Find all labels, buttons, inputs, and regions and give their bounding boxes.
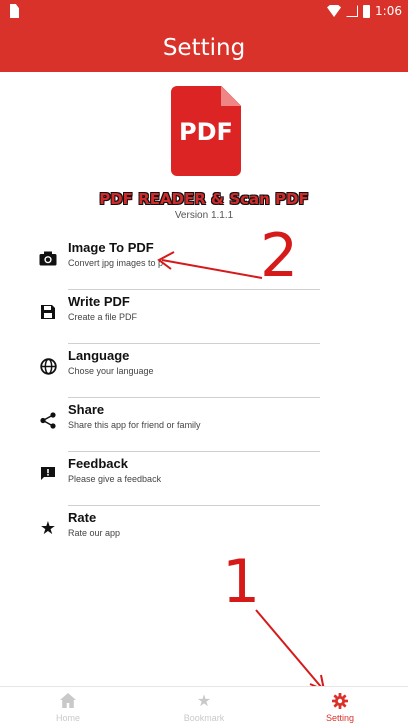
menu-item-label: Feedback [68, 456, 128, 471]
menu-item-write-pdf[interactable]: Write PDF Create a file PDF [36, 290, 320, 344]
nav-item-label: Home [55, 712, 80, 723]
menu-item-share[interactable]: Share Share this app for friend or famil… [36, 398, 320, 452]
logo-text: PDF [179, 118, 233, 146]
battery-icon [363, 4, 371, 18]
status-time: 1:06 [375, 4, 402, 18]
star-icon: ★ [39, 517, 57, 538]
sim-card-icon [10, 4, 19, 18]
status-bar: 1:06 [0, 0, 408, 24]
logo-fold [221, 86, 241, 106]
nav-item-setting[interactable]: Setting [272, 687, 408, 728]
save-icon [38, 302, 58, 322]
status-right: 1:06 [327, 4, 402, 18]
menu-item-language[interactable]: Language Chose your language [36, 344, 320, 398]
page-title: Setting [162, 35, 246, 61]
signal-icon [346, 5, 359, 17]
feedback-icon [38, 464, 58, 484]
pdf-logo: PDF [171, 86, 241, 176]
menu-item-label: Write PDF [68, 294, 130, 309]
app-name: PDF READER & Scan PDF [99, 190, 309, 208]
menu-item-subtitle: Share this app for friend or family [68, 420, 201, 430]
annotation-number-two: 2 [260, 221, 299, 291]
home-icon [60, 692, 76, 711]
bottom-navigation: Home ★ Bookmark Setting [0, 686, 408, 728]
menu-item-subtitle: Convert jpg images to p [68, 258, 164, 268]
menu-item-subtitle: Create a file PDF [68, 312, 138, 322]
nav-item-home[interactable]: Home [0, 687, 136, 728]
menu-item-label: Rate [68, 510, 97, 525]
wifi-icon [327, 5, 342, 17]
arrow-to-setting-tab [255, 609, 326, 692]
menu-item-label: Image To PDF [68, 240, 154, 255]
menu-item-label: Language [68, 348, 130, 363]
share-icon [38, 410, 58, 430]
camera-icon [38, 248, 58, 268]
annotation-number-one: 1 [222, 547, 261, 617]
menu-item-subtitle: Chose your language [68, 366, 154, 376]
star-icon: ★ [196, 692, 212, 710]
gear-icon [332, 692, 348, 711]
menu-item-rate[interactable]: ★ Rate Rate our app [36, 506, 320, 560]
nav-item-label: Setting [325, 712, 355, 723]
menu-item-subtitle: Rate our app [68, 528, 121, 538]
app-version: Version 1.1.1 [174, 210, 234, 221]
menu-item-feedback[interactable]: Feedback Please give a feedback [36, 452, 320, 506]
app-bar: Setting [0, 24, 408, 72]
menu-item-label: Share [68, 402, 105, 417]
menu-item-subtitle: Please give a feedback [68, 474, 162, 484]
nav-item-label: Bookmark [183, 712, 225, 723]
globe-icon [38, 356, 58, 376]
nav-item-bookmark[interactable]: ★ Bookmark [136, 687, 272, 728]
